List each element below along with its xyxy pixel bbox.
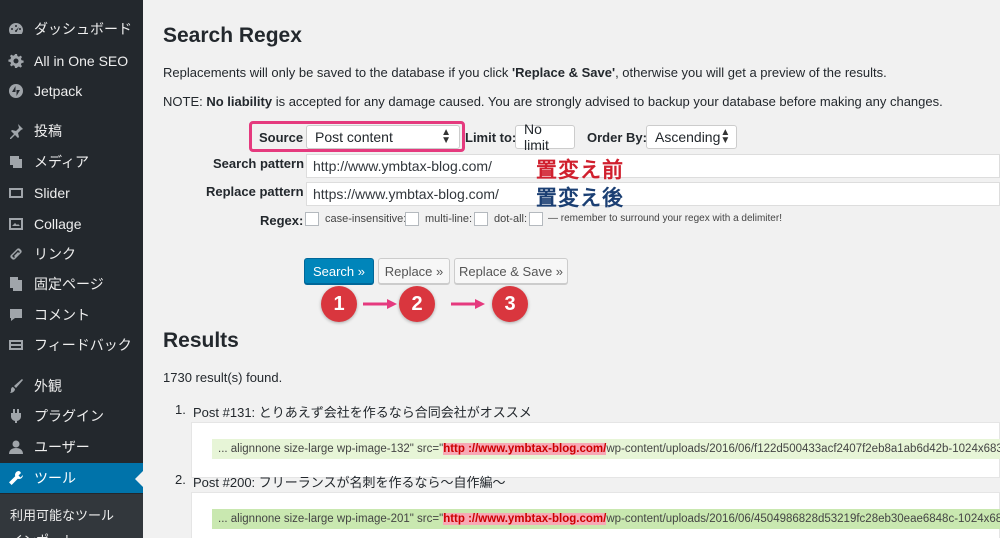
step-3-marker: 3 [492,286,528,322]
gear-icon [8,53,24,69]
step-1-marker: 1 [321,286,357,322]
limit-label: Limit to: [465,130,517,145]
regex-hint: — remember to surround your regex with a… [548,213,782,224]
sidebar-item-label: 固定ページ [34,276,104,292]
replace-button[interactable]: Replace » [378,258,450,284]
result-snippet-box: ... alignnone size-large wp-image-201" s… [191,492,1000,538]
save-note: Replacements will only be saved to the d… [163,65,887,80]
sidebar-item-dashboard[interactable]: ダッシュボード [0,14,143,44]
result-number: 1. [175,402,186,417]
sidebar-item-aioseo[interactable]: All in One SEO [0,46,143,76]
sidebar-item-label: コメント [34,307,90,323]
sidebar-item-label: ダッシュボード [34,21,132,37]
sidebar-item-tools[interactable]: ツール [0,463,143,493]
slider-icon [8,185,24,201]
sidebar-item-label: ツール [34,470,76,486]
select-arrows-icon: ▲ ▼ [720,127,731,146]
collage-icon [8,216,24,232]
sidebar-item-collage[interactable]: Collage [0,209,143,239]
sidebar-item-label: ユーザー [34,439,90,455]
sidebar-item-pages[interactable]: 固定ページ [0,269,143,299]
pin-icon [8,123,24,139]
search-button[interactable]: Search » [304,258,374,284]
result-item: 2. Post #200: フリーランスが名刺を作るなら〜自作編〜 ... al… [163,472,1000,538]
multi-line-label: multi-line: [425,213,473,225]
search-pattern-input[interactable]: http://www.ymbtax-blog.com/ [306,154,1000,178]
submenu-item-available-tools[interactable]: 利用可能なツール [10,505,114,524]
dashboard-icon [8,21,24,37]
replace-pattern-input[interactable]: https://www.ymbtax-blog.com/ [306,182,1000,206]
sidebar-item-label: フィードバック [34,337,132,353]
before-annotation: 置変え前 [536,159,624,182]
limit-select[interactable]: No limit [515,121,575,153]
result-item: 1. Post #131: とりあえず会社を作るなら合同会社がオススメ ... … [163,402,1000,478]
tools-submenu: 利用可能なツール インポート [0,494,143,538]
sidebar-item-label: All in One SEO [34,53,129,69]
after-annotation: 置変え後 [536,187,624,210]
sidebar-item-media[interactable]: メディア [0,147,143,177]
sidebar-item-label: メディア [34,154,90,170]
sidebar-item-label: Collage [34,216,82,232]
search-pattern-label: Search pattern [213,156,305,171]
pages-icon [8,276,24,292]
comment-icon [8,307,24,323]
sidebar-item-slider[interactable]: Slider [0,178,143,208]
sidebar-item-jetpack[interactable]: Jetpack [0,76,143,106]
order-select[interactable]: Ascending ▲ ▼ [646,125,737,149]
sidebar-item-label: 外観 [34,378,62,394]
sidebar-item-appearance[interactable]: 外観 [0,371,143,401]
sidebar-item-users[interactable]: ユーザー [0,432,143,462]
media-icon [8,154,24,170]
replace-pattern-label: Replace pattern [206,184,304,199]
submenu-item-import[interactable]: インポート [10,530,75,538]
match-highlight[interactable]: http ://www.ymbtax-blog.com/ [443,443,607,455]
sidebar-item-label: リンク [34,246,76,262]
order-label: Order By: [587,130,647,145]
step-arrow-icon [363,299,397,309]
case-insensitive-checkbox[interactable] [405,212,419,226]
sidebar-item-comments[interactable]: コメント [0,300,143,330]
liability-note: NOTE: No liability is accepted for any d… [163,94,943,109]
result-snippet: ... alignnone size-large wp-image-201" s… [212,509,1000,529]
main-content: Search Regex Replacements will only be s… [143,0,1000,538]
sidebar-item-feedback[interactable]: フィードバック [0,330,143,360]
dot-all-label: dot-all: [494,213,528,225]
regex-enable-checkbox[interactable] [305,212,319,226]
results-heading: Results [163,329,239,352]
multi-line-checkbox[interactable] [474,212,488,226]
result-snippet: ... alignnone size-large wp-image-132" s… [212,439,1000,459]
sidebar-item-label: プラグイン [34,408,104,424]
step-2-marker: 2 [399,286,435,322]
jetpack-icon [8,83,24,99]
select-arrows-icon: ▲ ▼ [441,127,451,146]
source-label: Source [259,130,304,145]
result-title: Post #131: とりあえず会社を作るなら合同会社がオススメ [193,405,532,420]
result-title: Post #200: フリーランスが名刺を作るなら〜自作編〜 [193,475,506,490]
link-icon [8,246,24,262]
step-arrow-icon [451,299,485,309]
source-select[interactable]: Post content ▲ ▼ [306,125,460,149]
sidebar-item-plugins[interactable]: プラグイン [0,401,143,431]
sidebar-item-label: Jetpack [34,83,83,99]
sidebar-item-posts[interactable]: 投稿 [0,116,143,146]
result-number: 2. [175,472,186,487]
sidebar-item-label: Slider [34,185,70,201]
wrench-icon [8,470,24,486]
plugin-icon [8,408,24,424]
user-icon [8,439,24,455]
case-insensitive-label: case-insensitive: [325,213,407,225]
dot-all-checkbox[interactable] [529,212,543,226]
sidebar-item-links[interactable]: リンク [0,239,143,269]
regex-label: Regex: [260,213,304,228]
sidebar-item-label: 投稿 [34,123,62,139]
page-title: Search Regex [163,24,302,47]
result-snippet-box: ... alignnone size-large wp-image-132" s… [191,422,1000,478]
replace-and-save-button[interactable]: Replace & Save » [454,258,568,284]
results-count: 1730 result(s) found. [163,370,283,385]
brush-icon [8,378,24,394]
match-highlight[interactable]: http ://www.ymbtax-blog.com/ [443,513,607,525]
admin-sidebar: ダッシュボード All in One SEO Jetpack 投稿 メディア S… [0,0,143,538]
feedback-icon [8,337,24,353]
